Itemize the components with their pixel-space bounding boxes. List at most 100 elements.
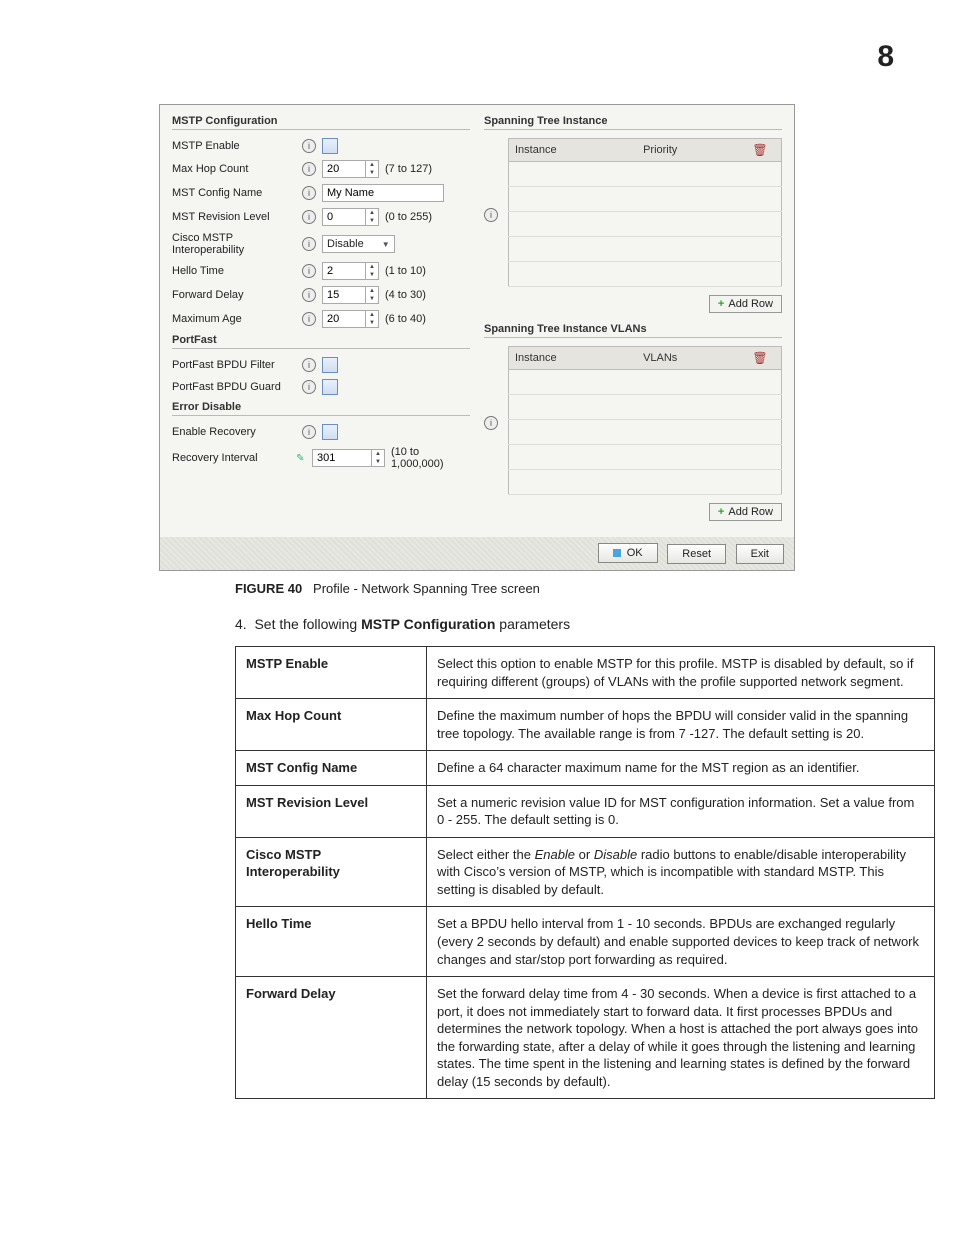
sti-col-instance[interactable]: Instance	[509, 139, 638, 162]
table-row[interactable]	[509, 212, 782, 237]
step-bold: MSTP Configuration	[361, 616, 495, 632]
cfgname-label: MST Config Name	[172, 187, 302, 199]
pf-filter-checkbox[interactable]	[322, 357, 338, 373]
maxage-input[interactable]	[323, 311, 365, 327]
add-row-button[interactable]: + Add Row	[709, 295, 782, 313]
info-icon[interactable]: i	[302, 139, 316, 153]
fwd-input[interactable]	[323, 287, 365, 303]
rev-input[interactable]	[323, 209, 365, 225]
chevron-up-icon[interactable]: ▲	[366, 311, 378, 319]
chevron-down-icon[interactable]: ▼	[366, 169, 378, 177]
portfast-group: PortFast PortFast BPDU Filter i PortFast…	[172, 334, 470, 395]
errdisable-group: Error Disable Enable Recovery i Recovery…	[172, 401, 470, 470]
chevron-down-icon[interactable]: ▼	[366, 217, 378, 225]
table-row: Forward DelaySet the forward delay time …	[236, 977, 935, 1099]
table-row: Max Hop CountDefine the maximum number o…	[236, 699, 935, 751]
info-icon[interactable]: i	[302, 312, 316, 326]
maxage-hint: (6 to 40)	[385, 313, 426, 325]
chevron-down-icon[interactable]: ▼	[366, 271, 378, 279]
info-icon[interactable]: i	[484, 208, 498, 222]
info-icon[interactable]: i	[302, 162, 316, 176]
sti-table: Instance Priority 🗑	[508, 138, 782, 287]
table-row[interactable]	[509, 370, 782, 395]
info-icon[interactable]: i	[302, 237, 316, 251]
info-icon[interactable]: i	[302, 264, 316, 278]
param-value: Define the maximum number of hops the BP…	[427, 699, 935, 751]
cisco-select[interactable]: Disable ▼	[322, 235, 395, 253]
errd-interval-label: Recovery Interval	[172, 452, 295, 464]
page-number: 8	[60, 40, 894, 74]
fwd-stepper[interactable]: ▲▼	[322, 286, 379, 304]
table-row[interactable]	[509, 262, 782, 287]
stiv-col-vlans[interactable]: VLANs	[637, 347, 747, 370]
chevron-up-icon[interactable]: ▲	[372, 450, 384, 458]
info-icon[interactable]: i	[302, 380, 316, 394]
info-icon[interactable]: i	[302, 358, 316, 372]
figure-caption: FIGURE 40 Profile - Network Spanning Tre…	[235, 581, 894, 596]
chevron-up-icon[interactable]: ▲	[366, 287, 378, 295]
fwd-hint: (4 to 30)	[385, 289, 426, 301]
rev-stepper[interactable]: ▲▼	[322, 208, 379, 226]
trash-icon[interactable]: 🗑	[753, 143, 767, 157]
hello-input[interactable]	[323, 263, 365, 279]
chevron-up-icon[interactable]: ▲	[366, 209, 378, 217]
reset-button[interactable]: Reset	[667, 544, 726, 564]
table-row[interactable]	[509, 445, 782, 470]
errd-interval-input[interactable]	[313, 450, 371, 466]
maxhop-label: Max Hop Count	[172, 163, 302, 175]
ok-label: OK	[627, 547, 643, 559]
maxage-stepper[interactable]: ▲▼	[322, 310, 379, 328]
mstp-config-group: MSTP Configuration MSTP Enable i Max Hop…	[172, 115, 470, 328]
table-row[interactable]	[509, 420, 782, 445]
hello-stepper[interactable]: ▲▼	[322, 262, 379, 280]
info-icon[interactable]: i	[302, 210, 316, 224]
stiv-table: Instance VLANs 🗑	[508, 346, 782, 495]
table-row: Hello TimeSet a BPDU hello interval from…	[236, 907, 935, 977]
pf-guard-label: PortFast BPDU Guard	[172, 381, 302, 393]
rev-label: MST Revision Level	[172, 211, 302, 223]
maxhop-input[interactable]	[323, 161, 365, 177]
sti-group: Spanning Tree Instance i Instance Priori…	[484, 115, 782, 313]
table-row[interactable]	[509, 237, 782, 262]
pf-guard-checkbox[interactable]	[322, 379, 338, 395]
chevron-down-icon[interactable]: ▼	[366, 319, 378, 327]
pf-filter-label: PortFast BPDU Filter	[172, 359, 302, 371]
add-row-label: Add Row	[728, 298, 773, 310]
info-icon[interactable]: i	[302, 288, 316, 302]
chevron-up-icon[interactable]: ▲	[366, 263, 378, 271]
add-row-button[interactable]: +Add Row	[709, 503, 782, 521]
info-icon[interactable]: i	[302, 186, 316, 200]
cisco-value: Disable	[327, 238, 364, 250]
info-icon[interactable]: i	[484, 416, 498, 430]
table-row[interactable]	[509, 470, 782, 495]
errd-enable-checkbox[interactable]	[322, 424, 338, 440]
mstp-enable-checkbox[interactable]	[322, 138, 338, 154]
ok-button[interactable]: OK	[598, 543, 658, 563]
cfgname-input[interactable]	[322, 184, 444, 202]
stiv-col-instance[interactable]: Instance	[509, 347, 638, 370]
maxhop-stepper[interactable]: ▲▼	[322, 160, 379, 178]
param-key: Hello Time	[236, 907, 427, 977]
table-row[interactable]	[509, 162, 782, 187]
hello-hint: (1 to 10)	[385, 265, 426, 277]
config-panel: MSTP Configuration MSTP Enable i Max Hop…	[159, 104, 795, 571]
mstp-title: MSTP Configuration	[172, 115, 470, 130]
pencil-icon[interactable]: ✎	[295, 452, 306, 464]
param-value: Select either the Enable or Disable radi…	[427, 837, 935, 907]
exit-button[interactable]: Exit	[736, 544, 784, 564]
param-key: MST Revision Level	[236, 785, 427, 837]
info-icon[interactable]: i	[302, 425, 316, 439]
table-row[interactable]	[509, 187, 782, 212]
chevron-down-icon[interactable]: ▼	[366, 295, 378, 303]
chevron-down-icon[interactable]: ▼	[372, 458, 384, 466]
chevron-up-icon[interactable]: ▲	[366, 161, 378, 169]
plus-icon: +	[718, 298, 724, 310]
footer-bar: OK Reset Exit	[160, 537, 794, 570]
sti-title: Spanning Tree Instance	[484, 115, 782, 130]
step-pre: Set the following	[254, 616, 361, 632]
errd-interval-stepper[interactable]: ▲▼	[312, 449, 385, 467]
hello-label: Hello Time	[172, 265, 302, 277]
trash-icon[interactable]: 🗑	[753, 351, 767, 365]
table-row[interactable]	[509, 395, 782, 420]
sti-col-priority[interactable]: Priority	[637, 139, 747, 162]
